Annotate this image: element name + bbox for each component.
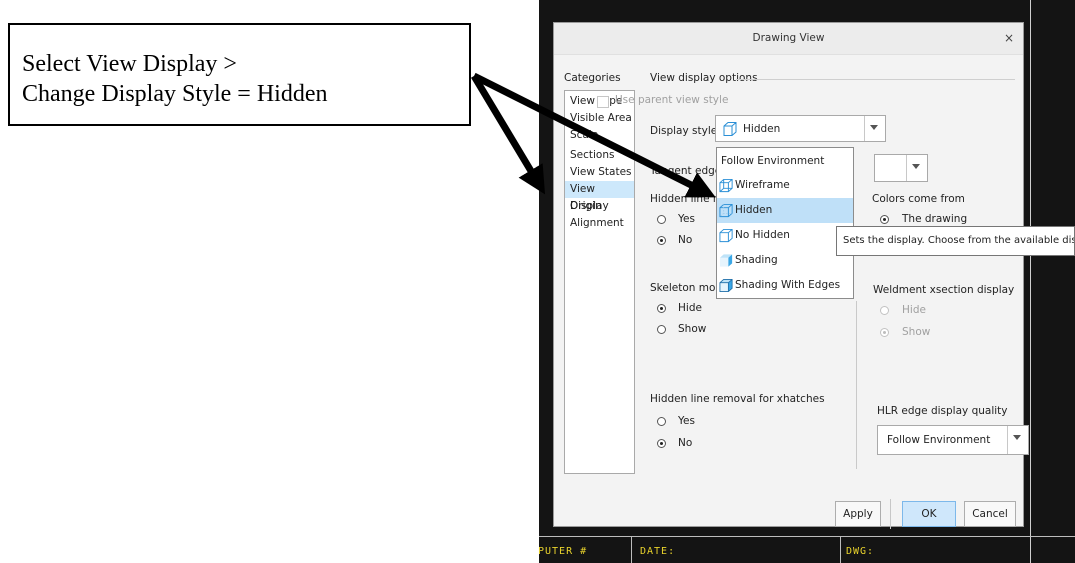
annotation-arrows bbox=[470, 72, 716, 198]
